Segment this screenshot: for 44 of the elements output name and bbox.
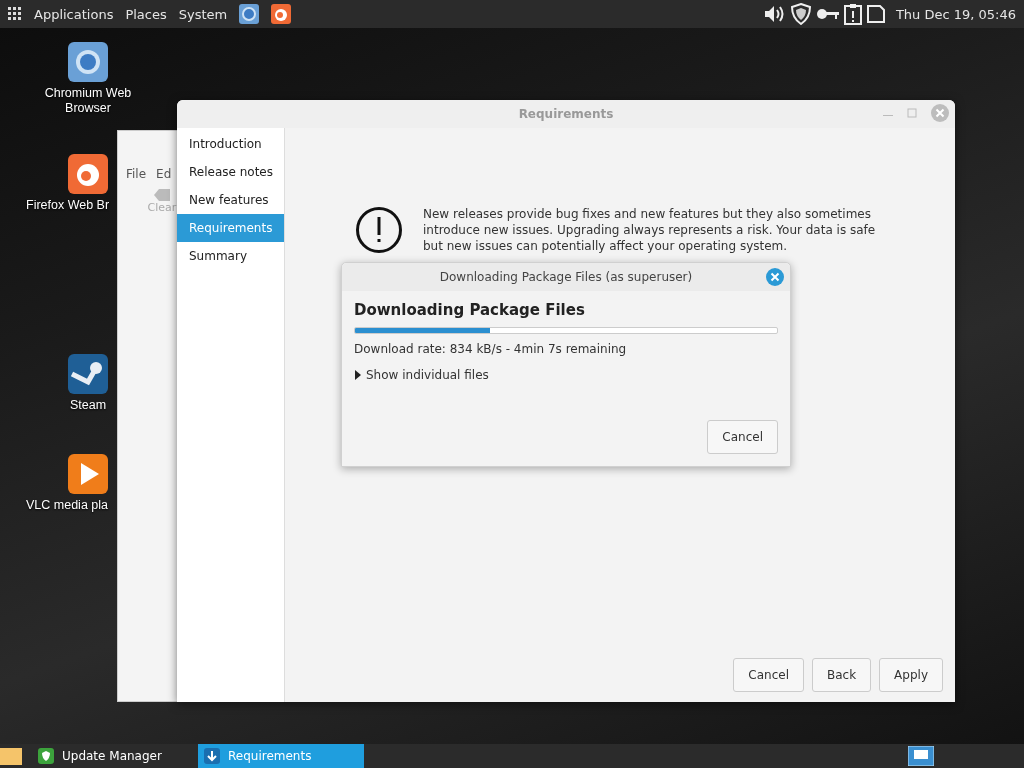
- browser-launcher-icon[interactable]: [239, 4, 260, 24]
- display-icon[interactable]: [908, 746, 934, 766]
- fox-logo-icon[interactable]: [68, 154, 108, 194]
- dialog-button[interactable]: Apply: [879, 658, 943, 692]
- taskbar-item[interactable]: Update Manager: [32, 744, 198, 768]
- fox-launcher-icon[interactable]: [271, 4, 292, 24]
- warning-icon: [355, 206, 403, 254]
- desktop-icon-label[interactable]: Firefox Web Br: [26, 198, 110, 213]
- app-grid-icon[interactable]: [8, 7, 22, 21]
- expander[interactable]: Show individual files: [354, 368, 778, 382]
- sidebar-item[interactable]: Release notes: [177, 158, 284, 186]
- clock[interactable]: Thu Dec 19, 05:46: [895, 6, 1016, 22]
- download-status: Download rate: 834 kB/s - 4min 7s remaining: [354, 342, 628, 356]
- warning-text: New releases provide bug fixes and new features but they also sometimes introduce new issues. Upgrading always represents a risk. Your data is safe but new issues can potentially affect your operating system.: [423, 206, 877, 254]
- menu-item[interactable]: File: [126, 167, 147, 181]
- play-icon[interactable]: [68, 454, 108, 494]
- shield-icon: [38, 748, 54, 764]
- sidebar-item[interactable]: Introduction: [177, 130, 284, 158]
- volume-icon[interactable]: [763, 4, 786, 24]
- key-icon[interactable]: [815, 7, 840, 21]
- sidebar-item[interactable]: Summary: [177, 242, 284, 270]
- dialog-title: Downloading Package Files (as superuser): [439, 270, 693, 284]
- dialog-button[interactable]: Cancel: [733, 658, 804, 692]
- download-icon: [204, 748, 220, 764]
- browser-logo-icon[interactable]: [68, 42, 108, 82]
- desktop-icon-label[interactable]: Chromium Web Browser: [38, 86, 138, 116]
- window-title: Requirements: [518, 107, 614, 121]
- shield-icon[interactable]: [789, 3, 812, 25]
- steam-logo-icon[interactable]: [68, 354, 108, 394]
- folder-icon[interactable]: [0, 746, 22, 766]
- expander-arrow-icon: [354, 370, 362, 380]
- panel-menu[interactable]: System: [178, 6, 228, 22]
- close-icon[interactable]: [766, 268, 784, 286]
- sidebar-item[interactable]: New features: [177, 186, 284, 214]
- desktop-icon-label[interactable]: Steam: [69, 398, 107, 413]
- dialog-button[interactable]: Back: [811, 658, 872, 692]
- desktop-icon-label[interactable]: VLC media pla: [26, 498, 108, 513]
- cancel-button[interactable]: Cancel: [707, 420, 778, 454]
- panel-menu[interactable]: Applications: [34, 6, 114, 22]
- clipboard-alert-icon[interactable]: [843, 3, 862, 25]
- panel-menu[interactable]: Places: [125, 6, 167, 22]
- menu-item[interactable]: Ed: [156, 167, 172, 181]
- dialog-heading: Downloading Package Files: [354, 301, 586, 319]
- workspace-icon[interactable]: [865, 4, 886, 24]
